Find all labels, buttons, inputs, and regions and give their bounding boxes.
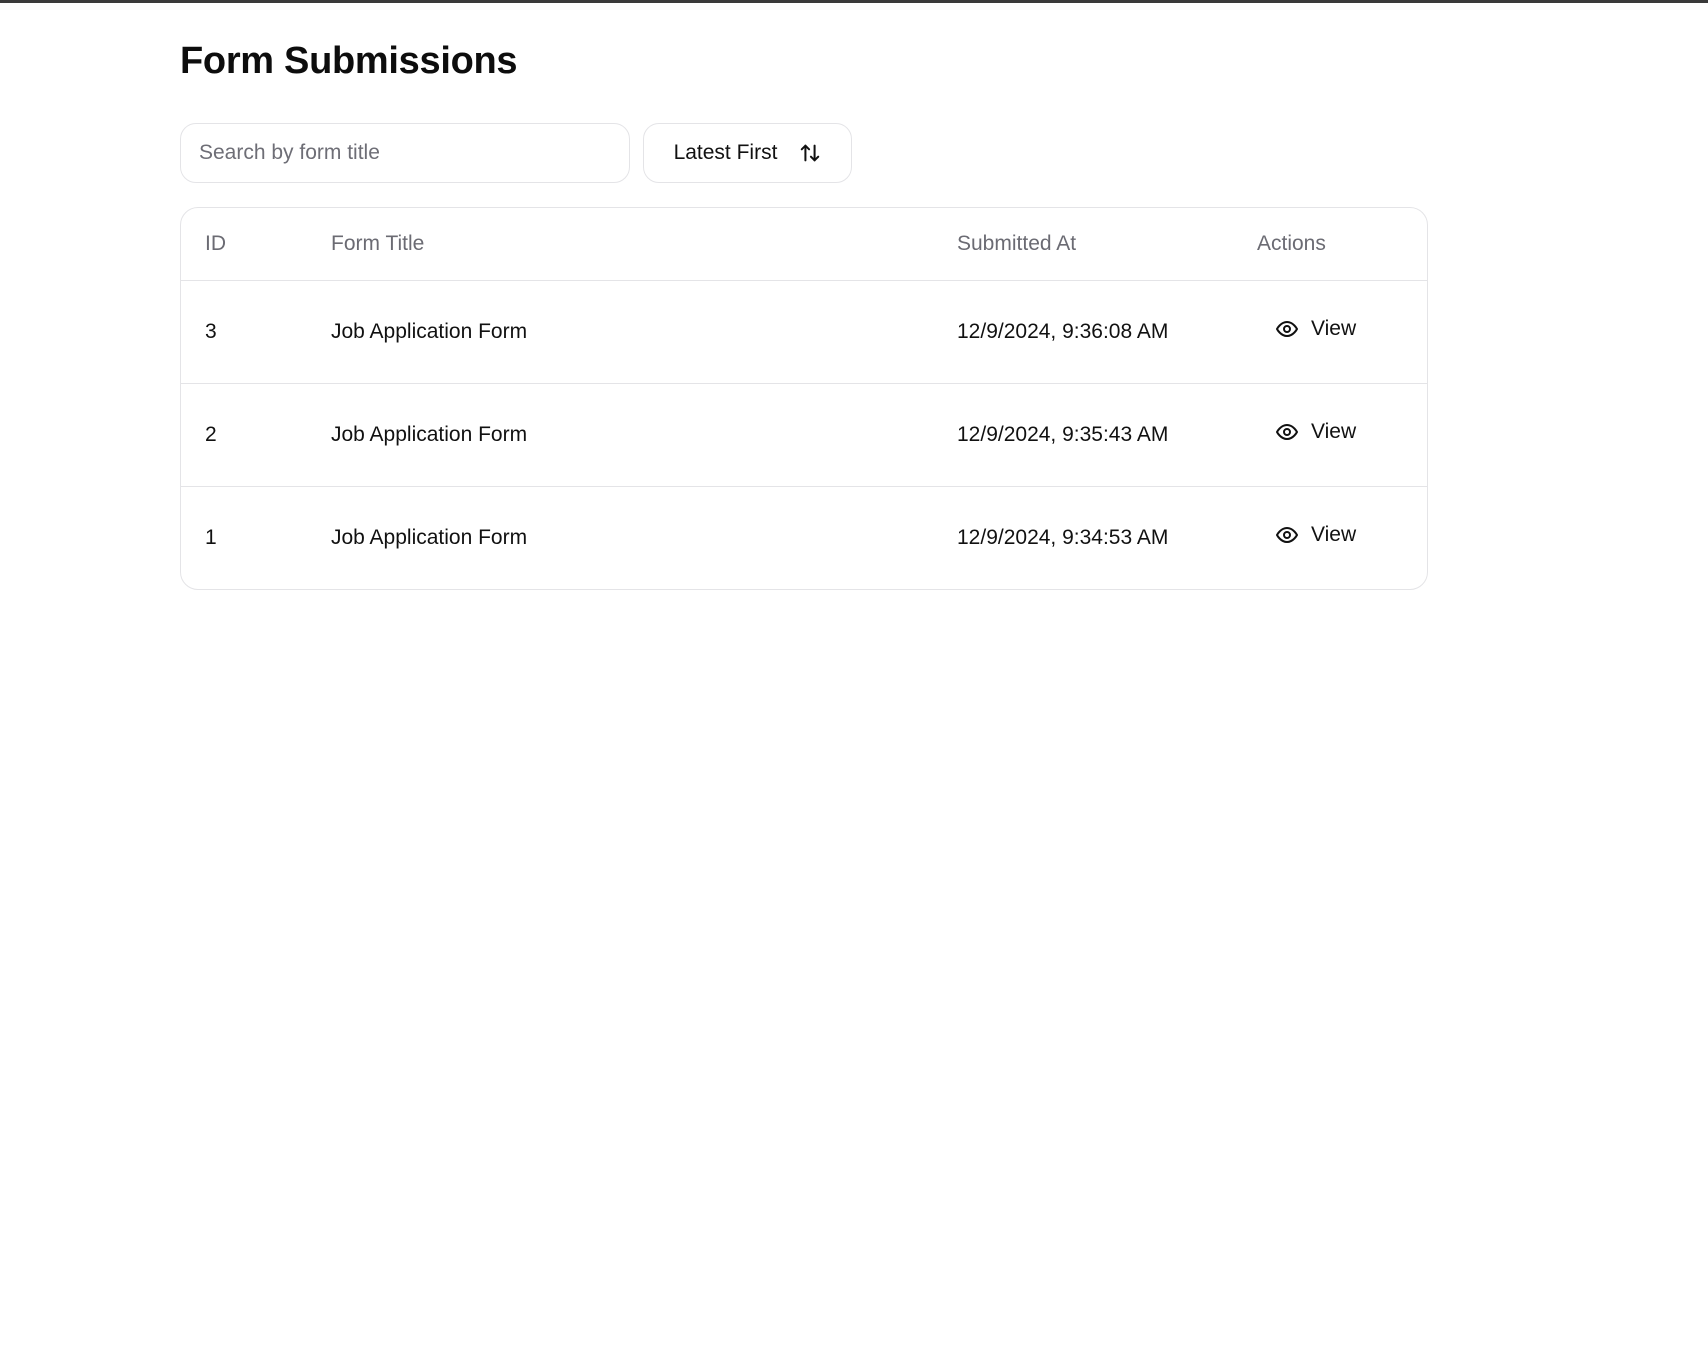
row-id: 2 — [181, 383, 331, 487]
window-top-border — [0, 0, 1708, 3]
row-form-title: Job Application Form — [331, 280, 957, 384]
view-button[interactable]: View — [1275, 420, 1356, 444]
toolbar: Latest First — [180, 123, 852, 183]
row-submitted-at: 12/9/2024, 9:35:43 AM — [957, 383, 1257, 487]
row-id: 3 — [181, 280, 331, 384]
row-form-title: Job Application Form — [331, 526, 528, 549]
eye-icon — [1275, 420, 1299, 444]
sort-button[interactable]: Latest First — [643, 123, 852, 183]
view-button-label: View — [1311, 523, 1357, 546]
column-header-actions: Actions — [1257, 208, 1427, 281]
table-row: 1 Job Application Form 12/9/2024, 9:34:5… — [181, 487, 1427, 590]
table-row: 2 Job Application Form 12/9/2024, 9:35:4… — [181, 383, 1427, 487]
column-header-id: ID — [181, 208, 331, 281]
column-header-submitted-at: Submitted At — [957, 208, 1257, 281]
view-button[interactable]: View — [1275, 523, 1356, 547]
eye-icon — [1275, 317, 1299, 341]
submissions-table: ID Form Title Submitted At Actions 3 Job… — [181, 208, 1427, 589]
search-input[interactable] — [180, 123, 630, 183]
row-id: 1 — [205, 526, 217, 549]
sort-button-label: Latest First — [673, 141, 778, 164]
view-button-label: View — [1311, 420, 1357, 443]
eye-icon — [1275, 523, 1299, 547]
column-header-form-title: Form Title — [331, 208, 957, 281]
page-title: Form Submissions — [180, 40, 518, 82]
view-button[interactable]: View — [1275, 317, 1356, 341]
submissions-table-card: ID Form Title Submitted At Actions 3 Job… — [180, 207, 1428, 590]
table-row: 3 Job Application Form 12/9/2024, 9:36:0… — [181, 280, 1427, 384]
row-submitted-at: 12/9/2024, 9:36:08 AM — [957, 280, 1257, 384]
row-submitted-at: 12/9/2024, 9:34:53 AM — [957, 526, 1169, 549]
table-header-row: ID Form Title Submitted At Actions — [181, 208, 1427, 281]
row-form-title: Job Application Form — [331, 383, 957, 487]
sort-arrows-icon — [799, 142, 821, 164]
view-button-label: View — [1311, 317, 1357, 340]
